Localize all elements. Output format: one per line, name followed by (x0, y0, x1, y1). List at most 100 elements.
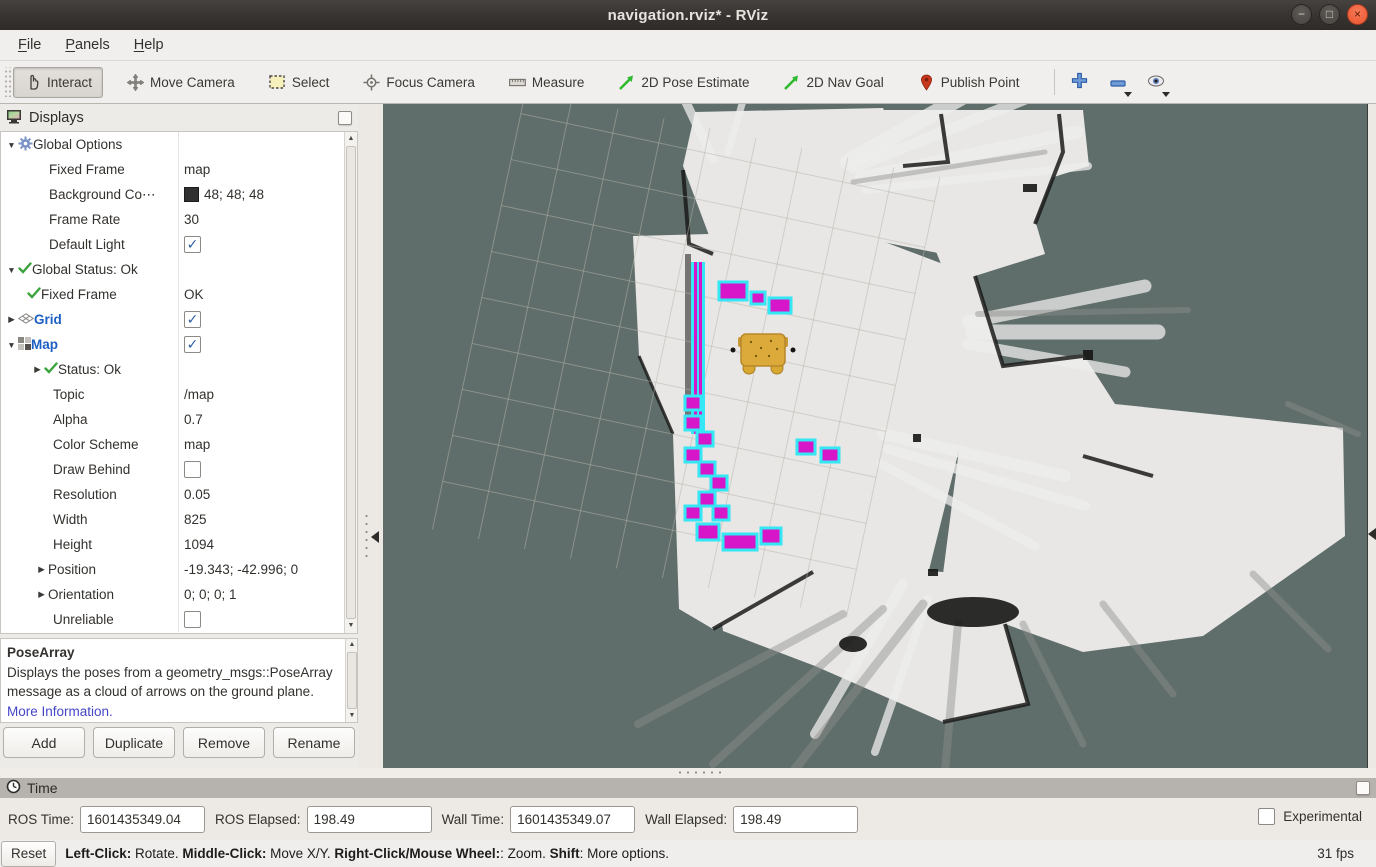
scrollbar-handle[interactable] (347, 652, 357, 709)
maximize-button[interactable]: □ (1319, 4, 1340, 25)
dropdown-arrow-icon[interactable] (1162, 92, 1170, 97)
displays-tree-scrollbar[interactable]: ▲ ▼ (344, 132, 357, 633)
property-value-cell[interactable]: OK (179, 282, 357, 307)
tree-row-topic[interactable]: Topic/map (1, 382, 357, 407)
tree-row-alpha[interactable]: Alpha0.7 (1, 407, 357, 432)
time-field-input[interactable] (510, 806, 635, 833)
rename-button[interactable]: Rename (273, 727, 355, 758)
toolbar-drag-handle[interactable] (3, 67, 11, 97)
tree-row-frame-rate[interactable]: Frame Rate30 (1, 207, 357, 232)
time-field-input[interactable] (307, 806, 432, 833)
tree-row-draw-behind[interactable]: Draw Behind (1, 457, 357, 482)
tree-row-fixed-frame[interactable]: Fixed FrameOK (1, 282, 357, 307)
duplicate-button[interactable]: Duplicate (93, 727, 175, 758)
checkbox-unchecked[interactable] (184, 611, 201, 628)
panel-splitter[interactable] (358, 104, 383, 768)
property-value-cell[interactable]: 825 (179, 507, 357, 532)
tree-row-grid[interactable]: ▶Grid✓ (1, 307, 357, 332)
tree-row-map[interactable]: ▼Map✓ (1, 332, 357, 357)
tree-row-color-scheme[interactable]: Color Schememap (1, 432, 357, 457)
add-tool-button[interactable] (1065, 67, 1095, 97)
minimize-button[interactable]: − (1291, 4, 1312, 25)
tree-row-global-options[interactable]: ▼Global Options (1, 132, 357, 157)
tree-row-background-co-[interactable]: Background Co⋯48; 48; 48 (1, 182, 357, 207)
property-value-cell[interactable]: 30 (179, 207, 357, 232)
tool-interact[interactable]: Interact (13, 67, 103, 98)
scrollbar-handle[interactable] (346, 146, 356, 619)
scroll-up-icon[interactable]: ▲ (345, 133, 357, 145)
property-value-cell[interactable] (179, 457, 357, 482)
expander-closed-icon[interactable]: ▶ (5, 314, 18, 325)
tool-publish-point[interactable]: Publish Point (908, 68, 1030, 97)
expander-closed-icon[interactable]: ▶ (35, 589, 48, 600)
tree-row-resolution[interactable]: Resolution0.05 (1, 482, 357, 507)
scroll-up-icon[interactable]: ▲ (346, 639, 358, 651)
property-value-cell[interactable]: ✓ (179, 332, 357, 357)
reset-button[interactable]: Reset (1, 841, 56, 867)
property-value-cell[interactable]: map (179, 157, 357, 182)
tree-row-unreliable[interactable]: Unreliable (1, 607, 357, 632)
expander-closed-icon[interactable]: ▶ (35, 564, 48, 575)
tree-row-orientation[interactable]: ▶Orientation0; 0; 0; 1 (1, 582, 357, 607)
remove-tool-button[interactable] (1103, 67, 1133, 97)
property-value-cell[interactable]: 0.7 (179, 407, 357, 432)
title-bar[interactable]: navigation.rviz* - RViz −□× (0, 0, 1376, 30)
dropdown-arrow-icon[interactable] (1124, 92, 1132, 97)
time-float-button[interactable] (1356, 781, 1370, 795)
experimental-checkbox[interactable] (1258, 808, 1275, 825)
expander-closed-icon[interactable]: ▶ (31, 364, 44, 375)
property-value-cell[interactable]: ✓ (179, 232, 357, 257)
expander-open-icon[interactable]: ▼ (5, 265, 18, 275)
property-value-cell[interactable]: ✓ (179, 307, 357, 332)
menu-file[interactable]: File (8, 33, 51, 57)
displays-float-button[interactable] (338, 111, 352, 125)
menu-panels[interactable]: Panels (55, 33, 119, 57)
scroll-down-icon[interactable]: ▼ (345, 620, 357, 632)
tree-row-default-light[interactable]: Default Light✓ (1, 232, 357, 257)
checkbox-checked[interactable]: ✓ (184, 311, 201, 328)
tool-2d-pose-estimate[interactable]: 2D Pose Estimate (608, 68, 759, 97)
tree-row-height[interactable]: Height1094 (1, 532, 357, 557)
tool-2d-nav-goal[interactable]: 2D Nav Goal (773, 68, 893, 97)
property-value-cell[interactable]: map (179, 432, 357, 457)
time-field-input[interactable] (733, 806, 858, 833)
tool-measure[interactable]: Measure (499, 68, 595, 97)
close-button[interactable]: × (1347, 4, 1368, 25)
checkbox-checked[interactable]: ✓ (184, 336, 201, 353)
tree-row-fixed-frame[interactable]: Fixed Framemap (1, 157, 357, 182)
right-panel-splitter[interactable] (1367, 104, 1376, 768)
menu-help[interactable]: Help (124, 33, 174, 57)
more-information-link[interactable]: More Information. (7, 704, 113, 719)
scroll-down-icon[interactable]: ▼ (346, 710, 358, 722)
help-scrollbar[interactable]: ▲ ▼ (345, 638, 358, 723)
collapse-right-arrow-icon[interactable] (1368, 528, 1376, 540)
tool-focus-camera[interactable]: Focus Camera (353, 68, 485, 97)
property-value-cell[interactable]: 0; 0; 0; 1 (179, 582, 357, 607)
splitter-handle[interactable] (365, 512, 368, 562)
tool-visibility-button[interactable] (1141, 67, 1171, 97)
render-viewport[interactable] (383, 104, 1367, 768)
property-value-cell[interactable] (179, 257, 357, 282)
tree-row-position[interactable]: ▶Position-19.343; -42.996; 0 (1, 557, 357, 582)
property-value-cell[interactable] (179, 357, 357, 382)
checkbox-checked[interactable]: ✓ (184, 236, 201, 253)
tool-select[interactable]: Select (259, 68, 340, 97)
property-value-cell[interactable]: 0.05 (179, 482, 357, 507)
time-panel-splitter[interactable] (0, 768, 1376, 778)
remove-button[interactable]: Remove (183, 727, 265, 758)
expander-open-icon[interactable]: ▼ (5, 140, 18, 150)
property-value-cell[interactable] (179, 607, 357, 632)
checkbox-unchecked[interactable] (184, 461, 201, 478)
property-value-cell[interactable] (179, 132, 357, 157)
collapse-left-arrow-icon[interactable] (371, 531, 379, 543)
tree-row-global-status-ok[interactable]: ▼Global Status: Ok (1, 257, 357, 282)
expander-open-icon[interactable]: ▼ (5, 340, 18, 350)
property-value-cell[interactable]: 1094 (179, 532, 357, 557)
time-field-input[interactable] (80, 806, 205, 833)
splitter-handle[interactable] (676, 771, 722, 774)
property-value-cell[interactable]: 48; 48; 48 (179, 182, 357, 207)
tree-row-status-ok[interactable]: ▶Status: Ok (1, 357, 357, 382)
property-value-cell[interactable]: /map (179, 382, 357, 407)
tool-move-camera[interactable]: Move Camera (117, 68, 245, 97)
add-button[interactable]: Add (3, 727, 85, 758)
